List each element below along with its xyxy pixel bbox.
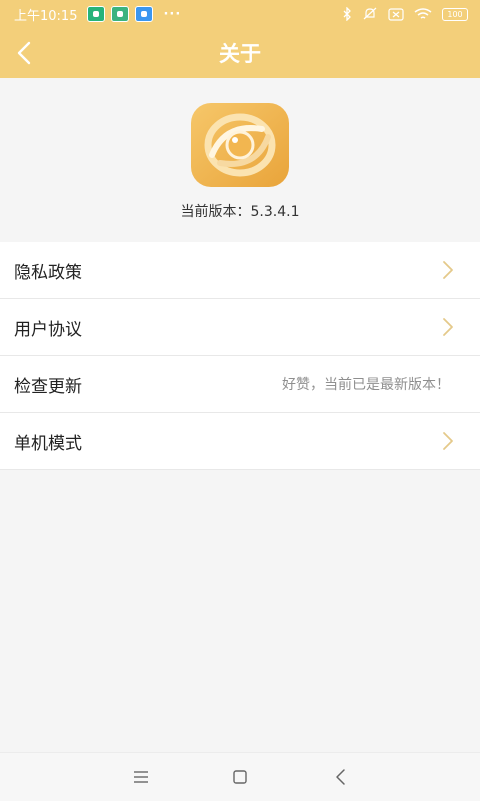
privacy-policy-row[interactable]: 隐私政策	[0, 242, 480, 299]
sim-off-icon	[388, 7, 404, 21]
app-logo-icon	[191, 103, 289, 187]
row-label: 用户协议	[14, 319, 82, 340]
offline-mode-row[interactable]: 单机模式	[0, 413, 480, 470]
bluetooth-icon	[343, 7, 351, 21]
menu-lines-icon[interactable]	[131, 767, 151, 787]
check-update-row[interactable]: 检查更新 好赞，当前已是最新版本！	[0, 356, 480, 413]
mute-icon	[363, 7, 377, 20]
chevron-right-icon	[443, 432, 453, 450]
chevron-right-icon	[443, 261, 453, 279]
update-status-text: 好赞，当前已是最新版本！	[282, 377, 450, 393]
square-home-icon[interactable]	[230, 767, 250, 787]
page-title: 关于	[219, 42, 261, 66]
app-header: 上午10:15 ··· 100 关于	[0, 0, 480, 78]
row-label: 检查更新	[14, 376, 82, 397]
battery-icon: 100	[442, 7, 468, 21]
nav-bar: 关于	[0, 28, 480, 78]
version-text: 当前版本：5.3.4.1	[180, 204, 300, 220]
app-notification-icon	[87, 6, 106, 22]
chevron-left-icon[interactable]	[331, 767, 351, 787]
app-notification-icon	[135, 6, 154, 22]
status-time: 上午10:15	[14, 8, 78, 24]
row-label: 单机模式	[14, 433, 82, 454]
status-bar: 上午10:15 ··· 100	[0, 0, 480, 28]
user-agreement-row[interactable]: 用户协议	[0, 299, 480, 356]
notification-icons	[87, 6, 154, 22]
settings-list: 隐私政策 用户协议 检查更新 好赞，当前已是最新版本！ 单机模式	[0, 242, 480, 470]
chevron-left-icon	[17, 41, 31, 65]
app-notification-icon	[111, 6, 130, 22]
app-info-section: 当前版本：5.3.4.1	[0, 78, 480, 242]
status-right: 100	[342, 7, 468, 21]
row-label: 隐私政策	[14, 262, 82, 283]
more-notifications-icon: ···	[163, 6, 182, 22]
back-button[interactable]	[8, 35, 44, 71]
wifi-icon	[414, 7, 432, 19]
chevron-right-icon	[443, 318, 453, 336]
system-navigation-bar	[0, 752, 480, 801]
